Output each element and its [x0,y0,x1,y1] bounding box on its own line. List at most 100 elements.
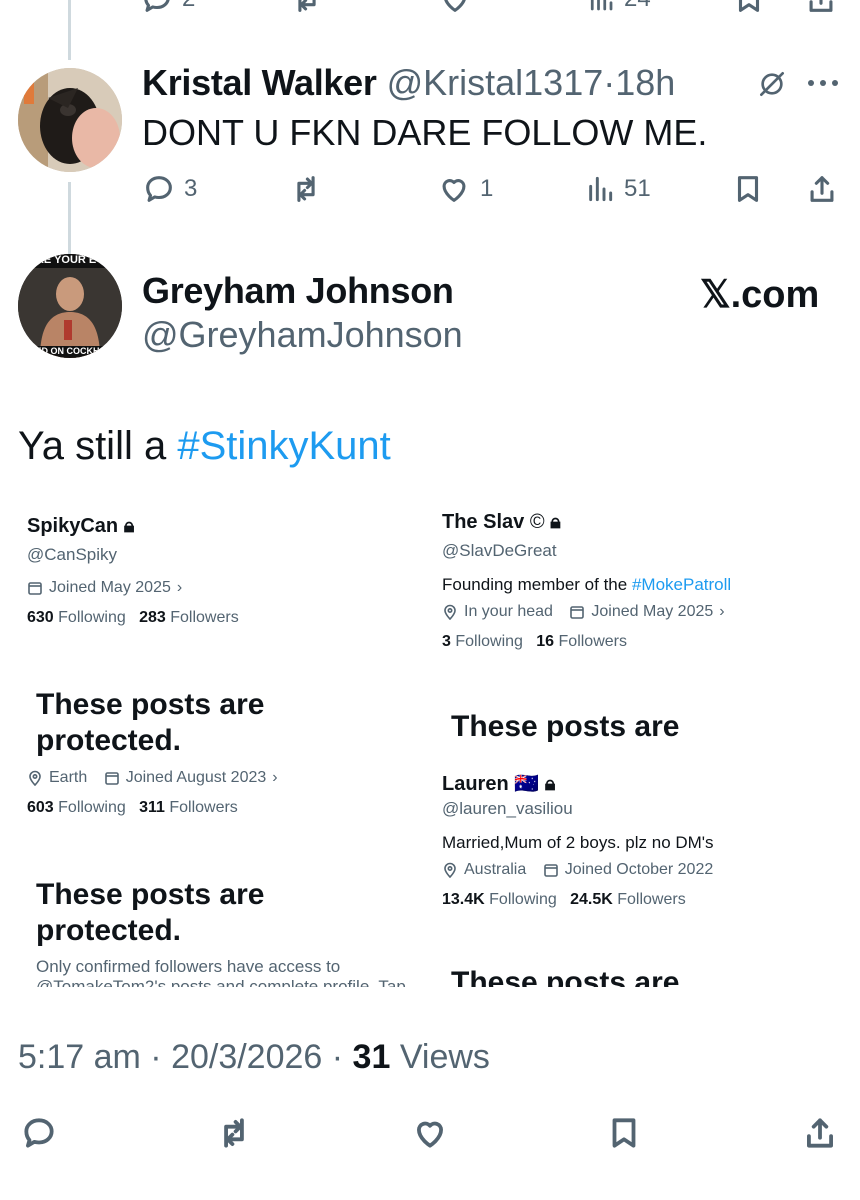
heart-icon [417,1121,443,1148]
embedded-screenshot[interactable]: SpikyCan 🔒︎ @CanSpiky Joined May 2025 › … [18,505,842,987]
ss-card2-handle: @SlavDeGreat [442,541,557,560]
share-icon [809,0,833,12]
reply-display-name[interactable]: Kristal Walker [142,62,377,103]
reply-icon [146,176,172,202]
like-button-main[interactable] [410,1114,450,1157]
ss-card4-protected: These posts are [451,710,680,743]
ss-card4-name: Lauren 🇦🇺 🔒︎ [442,771,555,796]
ss-card4-location: Australia [464,861,527,878]
share-button[interactable] [804,172,840,206]
more-options-icon[interactable] [806,76,840,95]
calendar-icon [28,582,42,595]
reply-count: 3 [184,175,198,202]
avatar-banner-top: ARE YOUR EYES [28,254,119,266]
calendar-icon [543,864,558,877]
calendar-icon [570,606,585,619]
tweet-meta: 5:17 am · 20/3/2026 · 31 Views [18,1038,490,1077]
avatar-greyham-image [18,254,122,358]
thread-line-mid [68,182,71,254]
timestamp[interactable]: 5:17 am · 20/3/2026 · [18,1038,353,1076]
ss-card2-counts: 3 Following 16 Followers [442,633,627,651]
ss-card2-following-count: 3 [442,633,451,650]
ss-card4-joined: Joined October 2022 [564,861,714,878]
ss-card3-location: Earth [49,769,88,786]
views-label: Views [390,1038,490,1076]
copyright-emoji: © [529,511,545,533]
share-icon [807,1118,833,1148]
reply-separator: · [603,62,616,103]
bookmark-icon [612,1118,636,1148]
ss-card1-name: SpikyCan 🔒︎ [27,515,134,538]
reply-icon [144,0,170,12]
ss-card2-name: The Slav © 🔒︎ [442,511,561,534]
views-button[interactable]: 51 [584,172,651,206]
reply-button-top[interactable]: 2 [140,0,195,16]
reply-time[interactable]: 18h [615,62,675,103]
ss-card2-followers-label: Followers [554,633,627,650]
ss-card1-followers-label: Followers [165,609,239,626]
repost-button-main[interactable] [214,1114,254,1157]
reply-button-main[interactable] [20,1114,58,1157]
views-count-top: 24 [624,0,651,13]
ss-card1-joined-text: Joined May 2025 [49,579,171,596]
lock-icon: 🔒︎ [550,511,561,533]
location-icon [29,770,41,786]
repost-button[interactable] [288,172,324,206]
share-icon [810,176,834,202]
ss-card5-note2: @TomakeTom2's posts and complete profile… [36,977,406,987]
ss-card4-counts: 13.4K Following 24.5K Followers [442,891,686,909]
avatar-greyham[interactable]: ARE YOUR EYES TED ON COCKH [18,254,122,358]
repost-icon [298,0,316,12]
ss-card2-joined: Joined May 2025 [591,603,714,620]
bookmark-button-top[interactable] [732,0,766,16]
like-button[interactable]: 1 [436,172,493,206]
reply-count-top: 2 [182,0,195,13]
views-count: 51 [624,175,651,202]
ss-card5-protected: These posts are protected. [36,878,265,947]
views-count-main: 31 [352,1038,391,1076]
ss-card1-following-label: Following [53,609,126,626]
lock-icon: 🔒︎ [123,515,135,537]
ss-card4-name-text: Lauren [442,773,509,795]
bookmark-icon [738,0,760,12]
ss-card2-bio: Founding member of the #MokePatroll [442,575,731,595]
main-tweet-text: Ya still a #StinkyKunt [18,424,391,469]
ss-card1-counts: 630 Following 283 Followers [27,609,239,627]
flag-icon: 🇦🇺 [514,773,540,795]
ss-card3-counts: 603 Following 311 Followers [27,799,238,817]
ss-card1-handle: @CanSpiky [27,545,118,564]
bookmark-button-main[interactable] [604,1114,644,1157]
ss-card4-bio: Married,Mum of 2 boys. plz no DM's [442,833,714,852]
heart-icon [442,179,466,202]
reply-handle[interactable]: @Kristal1317 [387,62,604,103]
main-handle[interactable]: @GreyhamJohnson [142,314,463,356]
ss-card1-following-count: 630 [27,609,54,626]
ss-card4-following-label: Following [484,891,557,908]
share-button-main[interactable] [800,1114,840,1157]
grok-icon[interactable] [756,68,788,105]
share-button-top[interactable] [804,0,838,16]
main-display-name[interactable]: Greyham Johnson [142,270,454,312]
avatar-kristal[interactable] [18,68,122,172]
ss-card2-followers-count: 16 [536,633,555,650]
bookmark-button[interactable] [730,172,766,206]
repost-icon [224,1118,244,1148]
reply-text: DONT U FKN DARE FOLLOW ME. [142,112,708,153]
ss-card4-followers-label: Followers [612,891,686,908]
repost-button-top[interactable] [290,0,324,16]
like-count: 1 [480,175,494,202]
ss-card2-location: In your head [464,603,553,620]
ss-card3-joined: Joined August 2023 [125,769,267,786]
ss-card2-following-label: Following [450,633,523,650]
like-button-top[interactable] [438,0,472,16]
hashtag-link[interactable]: #StinkyKunt [177,424,390,468]
ss-card4-handle: @lauren_vasiliou [442,799,573,818]
ss-card3-meta: Earth Joined August 2023 › [27,769,278,787]
views-button-top[interactable]: 24 [586,0,651,16]
ss-card3-protected: These posts are protected. [36,688,265,757]
main-text-prefix: Ya still a [18,424,178,468]
ss-card2-bio-hashtag[interactable]: #MokePatroll [632,575,731,594]
repost-icon [297,176,315,202]
reply-button[interactable]: 3 [142,172,197,206]
reply-icon [24,1118,54,1148]
